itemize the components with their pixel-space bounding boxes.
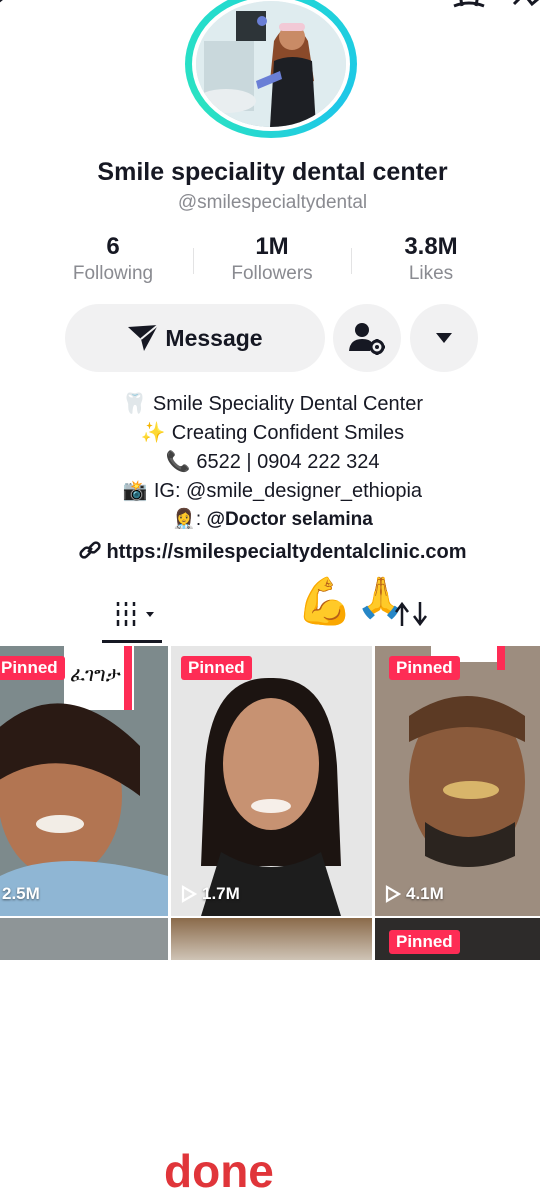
stat-likes[interactable]: 3.8M Likes: [351, 233, 511, 285]
message-label: Message: [165, 324, 263, 351]
bio-line-5: 👩‍⚕️: @Doctor selamina: [172, 509, 373, 530]
pinned-badge: Pinned: [389, 930, 460, 954]
pinned-badge: Pinned: [389, 656, 460, 680]
more-options-button[interactable]: [410, 304, 478, 372]
tooth-icon: 🦷: [121, 393, 147, 415]
follow-settings-button[interactable]: [333, 304, 401, 372]
message-button[interactable]: Message: [65, 304, 325, 372]
repost-tab-icon[interactable]: [394, 600, 430, 628]
bio-line-2: ✨ Creating Confident Smiles: [140, 422, 405, 444]
avatar-photo: [196, 1, 346, 127]
bio-line-3: 📞 6522 | 0904 222 324: [165, 451, 380, 473]
share-icon[interactable]: [510, 0, 540, 14]
video-thumbnail[interactable]: Pinned: [375, 918, 540, 960]
caret-down-icon: [436, 333, 452, 343]
overlay-done-text: done: [164, 1145, 274, 1197]
send-icon: [128, 324, 160, 351]
video-thumbnail[interactable]: [0, 918, 168, 960]
notification-bell-icon[interactable]: [452, 0, 486, 14]
phone-icon: 📞: [165, 451, 191, 473]
stat-followers[interactable]: 1M Followers: [192, 233, 352, 285]
likes-count: 3.8M: [404, 233, 458, 260]
profile-avatar[interactable]: [185, 0, 361, 150]
likes-label: Likes: [408, 263, 454, 284]
view-count: 4.1M: [385, 884, 444, 904]
bio-line-4: 📸 IG: @smile_designer_ethiopia: [122, 480, 423, 502]
sparkles-icon: ✨: [140, 422, 166, 444]
video-thumbnail[interactable]: Pinned 1.7M: [171, 646, 372, 916]
back-icon[interactable]: [0, 0, 14, 12]
video-thumbnail[interactable]: [171, 918, 372, 960]
profile-handle: @smilespecialtydental: [177, 192, 368, 213]
profile-tab-bar: done 💪 🙏: [0, 572, 540, 1197]
pinned-badge: Pinned: [181, 656, 252, 680]
play-icon: [385, 885, 401, 903]
following-count: 6: [106, 233, 120, 260]
stat-following[interactable]: 6 Following: [33, 233, 193, 285]
play-icon: [181, 885, 197, 903]
videos-grid-tab-icon[interactable]: [114, 600, 154, 628]
followers-label: Followers: [231, 263, 313, 284]
woman-health-worker-icon: 👩‍⚕️: [172, 509, 196, 530]
followers-count: 1M: [255, 233, 289, 260]
user-settings-icon: [349, 323, 385, 355]
bio-line-1: 🦷 Smile Speciality Dental Center: [121, 393, 424, 415]
pinned-badge: Pinned: [0, 656, 65, 680]
active-tab-indicator: [102, 640, 162, 643]
camera-flash-icon: 📸: [122, 480, 148, 502]
profile-name: Smile speciality dental center: [97, 158, 448, 186]
video-thumbnail[interactable]: Pinned 4.1M: [375, 646, 540, 916]
flexed-biceps-icon: 💪: [296, 575, 354, 627]
view-count: 2.5M: [2, 884, 40, 903]
video-caption: ፈገግታ: [70, 664, 121, 686]
link-icon: [79, 541, 102, 559]
bio-link[interactable]: https://smilespecialtydentalclinic.com: [0, 538, 540, 564]
video-thumbnail-image: [375, 646, 540, 916]
view-count: 1.7M: [181, 884, 240, 904]
video-thumbnail[interactable]: ፈገግታ Pinned 2.5M: [0, 646, 168, 916]
following-label: Following: [72, 263, 154, 284]
video-thumbnail-image: [171, 646, 372, 916]
doctor-mention[interactable]: @Doctor selamina: [206, 509, 372, 530]
